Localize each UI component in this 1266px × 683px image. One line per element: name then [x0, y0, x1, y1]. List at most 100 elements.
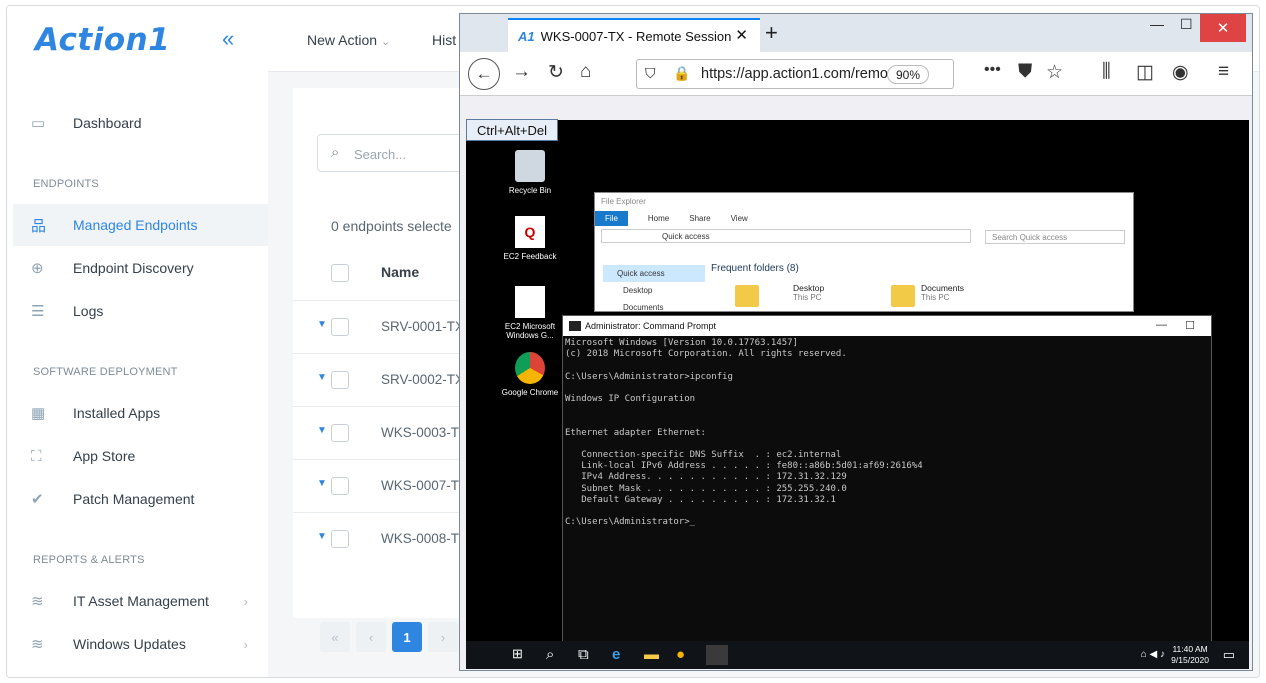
maximize-icon[interactable]: ☐ — [1180, 16, 1193, 33]
url-bar[interactable]: ⛉ 🔒 https://app.action1.com/remote 90% — [636, 59, 954, 89]
sidebar-item-app-store[interactable]: ⛶ App Store — [13, 435, 268, 477]
row-checkbox[interactable] — [331, 424, 349, 442]
sidebar-item-installed-apps[interactable]: ▦ Installed Apps — [13, 392, 268, 434]
endpoint-name[interactable]: WKS-0003-T — [381, 425, 459, 440]
desktop-icon-google-chrome[interactable]: Google Chrome — [500, 352, 560, 397]
desktop-icon-ec2-feedback[interactable]: Q EC2 Feedback — [500, 216, 560, 261]
endpoint-name[interactable]: WKS-0007-TX — [381, 478, 468, 493]
url-text: https://app.action1.com/remote — [701, 66, 901, 82]
new-action-menu[interactable]: New Action ⌄ — [307, 32, 390, 48]
ribbon-tab-share[interactable]: Share — [689, 214, 710, 223]
window-close-icon[interactable]: ✕ — [1200, 14, 1246, 42]
sidebar-item-logs[interactable]: ☰ Logs — [13, 290, 268, 332]
browser-navbar: ← → ↻ ⌂ ⛉ 🔒 https://app.action1.com/remo… — [460, 52, 1252, 96]
back-icon[interactable]: ← — [468, 58, 500, 90]
library-icon[interactable]: ⫼ — [1102, 61, 1111, 83]
sidebar-item-label: Windows Updates — [73, 636, 186, 652]
explorer-address-bar[interactable]: Quick access — [601, 229, 971, 243]
nav-documents[interactable]: Documents — [603, 299, 705, 311]
history-menu[interactable]: Hist — [432, 32, 456, 48]
cmd-taskbar-icon[interactable] — [706, 645, 728, 665]
pocket-icon[interactable]: ⛊ — [1018, 61, 1032, 83]
shield-icon: ⛉ — [645, 65, 656, 81]
search-icon: ⌕ — [331, 144, 340, 161]
sidebar-item-patch-management[interactable]: ✔ Patch Management — [13, 478, 268, 520]
select-all-checkbox[interactable] — [331, 264, 349, 282]
forward-icon[interactable]: → — [512, 61, 531, 83]
zoom-indicator[interactable]: 90% — [887, 65, 929, 84]
folder-name[interactable]: Desktop — [793, 283, 824, 293]
account-icon[interactable]: ◉ — [1172, 61, 1189, 84]
sidebar-item-label: Managed Endpoints — [73, 217, 198, 233]
notification-icon[interactable]: ▭ — [1223, 647, 1235, 663]
start-icon[interactable]: ⊞ — [512, 646, 523, 662]
explorer-search[interactable]: Search Quick access — [985, 230, 1125, 244]
taskbar-clock[interactable]: 11:40 AM 9/15/2020 — [1171, 644, 1209, 666]
endpoint-name[interactable]: SRV-0001-TX — [381, 319, 464, 334]
sidebar-item-label: Patch Management — [73, 491, 195, 507]
explorer-nav-pane: Quick access Desktop Documents — [595, 251, 705, 311]
sidebar-toggle-icon[interactable]: ◫ — [1136, 61, 1154, 84]
nav-quick-access[interactable]: Quick access — [603, 265, 705, 282]
folder-name[interactable]: Documents — [921, 283, 964, 293]
folder-location: This PC — [793, 293, 822, 302]
row-checkbox[interactable] — [331, 371, 349, 389]
system-tray-icons[interactable]: ⌂ ◀ ♪ — [1141, 649, 1165, 660]
collapse-sidebar-icon[interactable]: « — [222, 26, 234, 52]
remote-desktop-screen[interactable]: Recycle Bin Q EC2 Feedback EC2 Microsoft… — [466, 120, 1249, 669]
sidebar-item-endpoint-discovery[interactable]: ⊕ Endpoint Discovery — [13, 247, 268, 289]
endpoint-name[interactable]: SRV-0002-TX — [381, 372, 464, 387]
ctrl-alt-del-button[interactable]: Ctrl+Alt+Del — [466, 119, 558, 141]
reload-icon[interactable]: ↻ — [548, 61, 564, 84]
file-explorer-icon[interactable]: ▬ — [644, 646, 659, 663]
expand-icon[interactable]: ▼ — [317, 372, 327, 383]
ribbon-tab-view[interactable]: View — [731, 214, 748, 223]
next-page-button[interactable]: › — [428, 622, 458, 652]
menu-icon[interactable]: ≡ — [1218, 61, 1229, 83]
desktop-icon-recycle-bin[interactable]: Recycle Bin — [500, 150, 560, 195]
maximize-icon[interactable]: ☐ — [1185, 319, 1195, 332]
expand-icon[interactable]: ▼ — [317, 478, 327, 489]
windows-taskbar: ⊞ ⌕ ⧉ e ▬ ● ⌂ ◀ ♪ 11:40 AM 9/15/2020 ▭ — [466, 641, 1249, 669]
cmd-icon — [569, 321, 581, 331]
browser-tab[interactable]: A1 WKS-0007-TX - Remote Session ✕ — [508, 18, 760, 52]
cmd-output[interactable]: Microsoft Windows [Version 10.0.17763.14… — [563, 336, 1211, 528]
sidebar-item-label: Endpoint Discovery — [73, 260, 194, 276]
expand-icon[interactable]: ▼ — [317, 531, 327, 542]
page-button-current[interactable]: 1 — [392, 622, 422, 652]
sidebar-item-dashboard[interactable]: ▭ Dashboard — [13, 102, 268, 144]
prev-page-button[interactable]: ‹ — [356, 622, 386, 652]
expand-icon[interactable]: ▼ — [317, 319, 327, 330]
row-checkbox[interactable] — [331, 318, 349, 336]
chrome-taskbar-icon[interactable]: ● — [676, 646, 685, 663]
search-icon[interactable]: ⌕ — [546, 646, 554, 663]
sidebar-item-managed-endpoints[interactable]: 品 Managed Endpoints — [13, 204, 268, 246]
cmd-titlebar: Administrator: Command Prompt — ☐ — [563, 316, 1211, 336]
desktop-icon-ec2-windows[interactable]: EC2 Microsoft Windows G... — [500, 286, 560, 340]
sidebar: Action1 « ▭ Dashboard ENDPOINTS 品 Manage… — [7, 6, 268, 677]
home-icon[interactable]: ⌂ — [580, 61, 591, 83]
bookmark-star-icon[interactable]: ☆ — [1046, 61, 1063, 84]
command-prompt-window[interactable]: Administrator: Command Prompt — ☐ Micros… — [562, 315, 1212, 645]
minimize-icon[interactable]: — — [1150, 16, 1164, 32]
sidebar-item-windows-updates[interactable]: ≋ Windows Updates › — [13, 623, 268, 665]
row-checkbox[interactable] — [331, 530, 349, 548]
folder-icon[interactable] — [735, 285, 759, 307]
endpoint-name[interactable]: WKS-0008-T — [381, 531, 459, 546]
sidebar-item-it-asset-management[interactable]: ≋ IT Asset Management › — [13, 580, 268, 622]
column-header-name[interactable]: Name — [381, 264, 419, 280]
folder-icon[interactable] — [891, 285, 915, 307]
close-tab-icon[interactable]: ✕ — [735, 26, 748, 44]
task-view-icon[interactable]: ⧉ — [578, 646, 589, 663]
file-explorer-window[interactable]: File Explorer File Home Share View Quick… — [594, 192, 1134, 312]
row-checkbox[interactable] — [331, 477, 349, 495]
minimize-icon[interactable]: — — [1156, 319, 1167, 331]
new-tab-icon[interactable]: + — [765, 20, 778, 46]
expand-icon[interactable]: ▼ — [317, 425, 327, 436]
first-page-button[interactable]: « — [320, 622, 350, 652]
ribbon-tab-file[interactable]: File — [595, 211, 628, 226]
edge-icon[interactable]: e — [612, 646, 620, 663]
more-actions-icon[interactable]: ••• — [984, 61, 1001, 79]
nav-desktop[interactable]: Desktop — [603, 282, 705, 299]
ribbon-tab-home[interactable]: Home — [648, 214, 669, 223]
